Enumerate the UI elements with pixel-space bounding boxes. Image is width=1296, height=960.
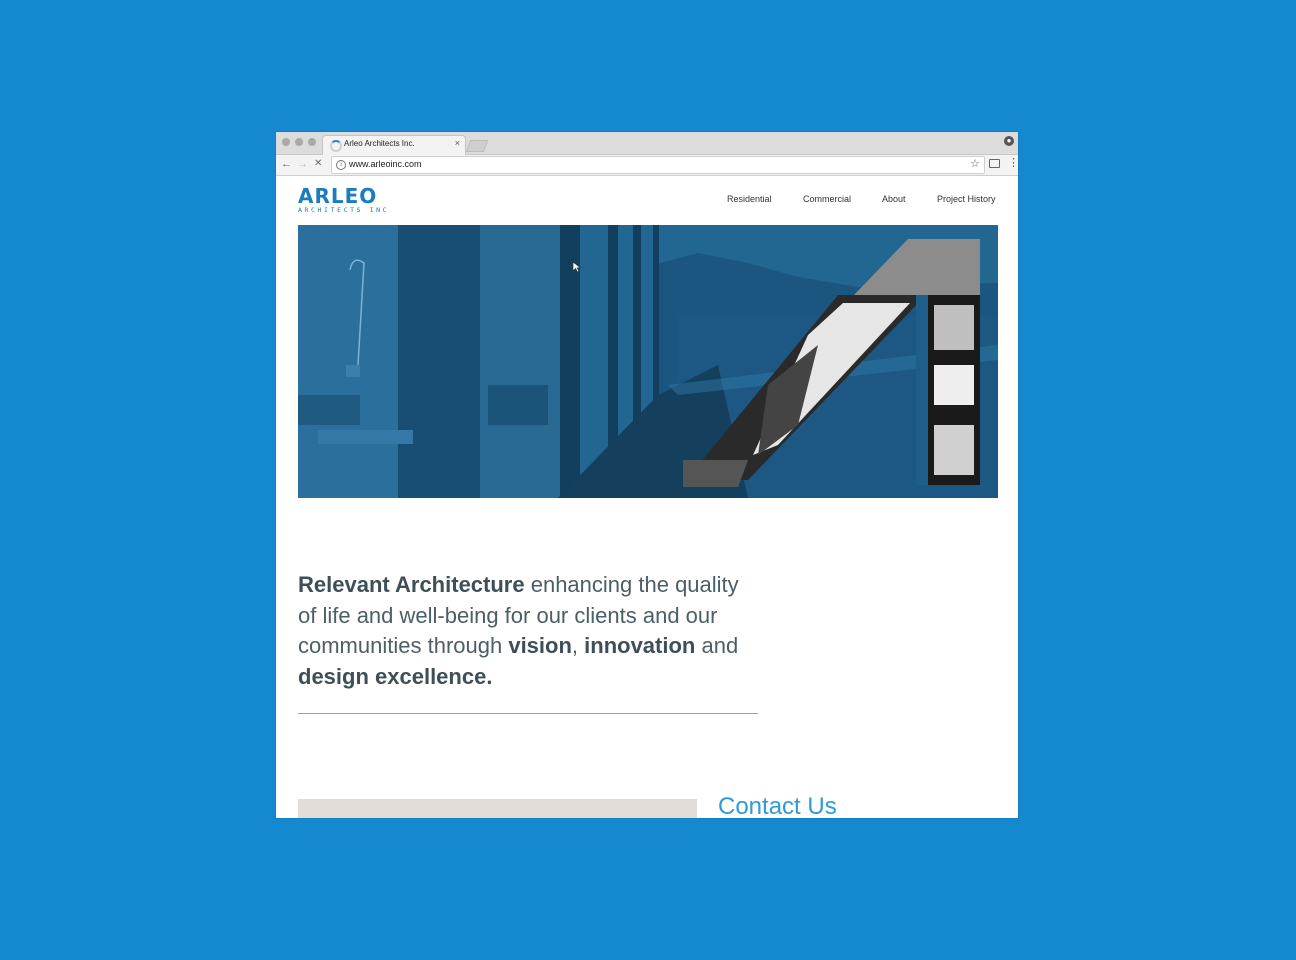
section-divider xyxy=(298,713,758,714)
tab-close-icon[interactable]: × xyxy=(455,138,460,148)
tagline-statement: Relevant Architecture enhancing the qual… xyxy=(298,570,758,692)
new-tab-button[interactable] xyxy=(465,140,489,152)
address-bar[interactable]: i www.arleoinc.com ☆ xyxy=(331,156,985,174)
tab-strip: Arleo Architects Inc. × ● xyxy=(276,132,1018,155)
loading-spinner-icon xyxy=(330,140,342,152)
nav-residential[interactable]: Residential xyxy=(727,194,772,204)
site-logo[interactable]: ARLEO ARCHITECTS INC xyxy=(298,186,389,214)
contact-image xyxy=(298,799,697,818)
tagline-bold-1: Relevant Architecture xyxy=(298,572,525,597)
browser-toolbar: ← → ✕ i www.arleoinc.com ☆ ⋮ xyxy=(276,155,1018,176)
zoom-window-dot[interactable] xyxy=(308,138,316,146)
hero-image xyxy=(298,225,998,498)
mouse-cursor-icon xyxy=(572,261,582,273)
url-text[interactable]: www.arleoinc.com xyxy=(349,159,422,169)
nav-project-history[interactable]: Project History xyxy=(937,194,996,204)
nav-commercial[interactable]: Commercial xyxy=(803,194,851,204)
stop-loading-icon[interactable]: ✕ xyxy=(314,157,322,171)
tagline-text-2: , xyxy=(571,633,585,658)
hero-photo-illustration xyxy=(298,225,998,498)
minimize-window-dot[interactable] xyxy=(295,138,303,146)
browser-window: Arleo Architects Inc. × ● ← → ✕ i www.ar… xyxy=(276,132,1018,818)
tab-title: Arleo Architects Inc. xyxy=(344,139,415,148)
profile-icon[interactable]: ● xyxy=(1004,136,1014,146)
browser-menu-icon[interactable]: ⋮ xyxy=(1008,157,1018,169)
back-icon[interactable]: ← xyxy=(281,157,292,171)
logo-wordmark: ARLEO xyxy=(298,184,378,208)
contact-heading[interactable]: Contact Us xyxy=(718,793,837,818)
browser-tab[interactable]: Arleo Architects Inc. × xyxy=(322,135,466,155)
nav-about[interactable]: About xyxy=(882,194,906,204)
cast-icon[interactable] xyxy=(989,159,1000,168)
site-info-icon[interactable]: i xyxy=(336,160,346,170)
web-page: ARLEO ARCHITECTS INC Residential Commerc… xyxy=(276,176,1018,818)
tagline-bold-3: innovation xyxy=(584,633,696,658)
tagline-bold-4: design excellence. xyxy=(298,663,493,689)
close-window-dot[interactable] xyxy=(282,138,290,146)
tagline-text-3: and xyxy=(695,633,739,658)
tagline-bold-2: vision xyxy=(508,633,572,658)
logo-subtitle: ARCHITECTS INC xyxy=(298,206,390,214)
forward-icon[interactable]: → xyxy=(297,157,308,171)
bookmark-star-icon[interactable]: ☆ xyxy=(970,157,980,170)
